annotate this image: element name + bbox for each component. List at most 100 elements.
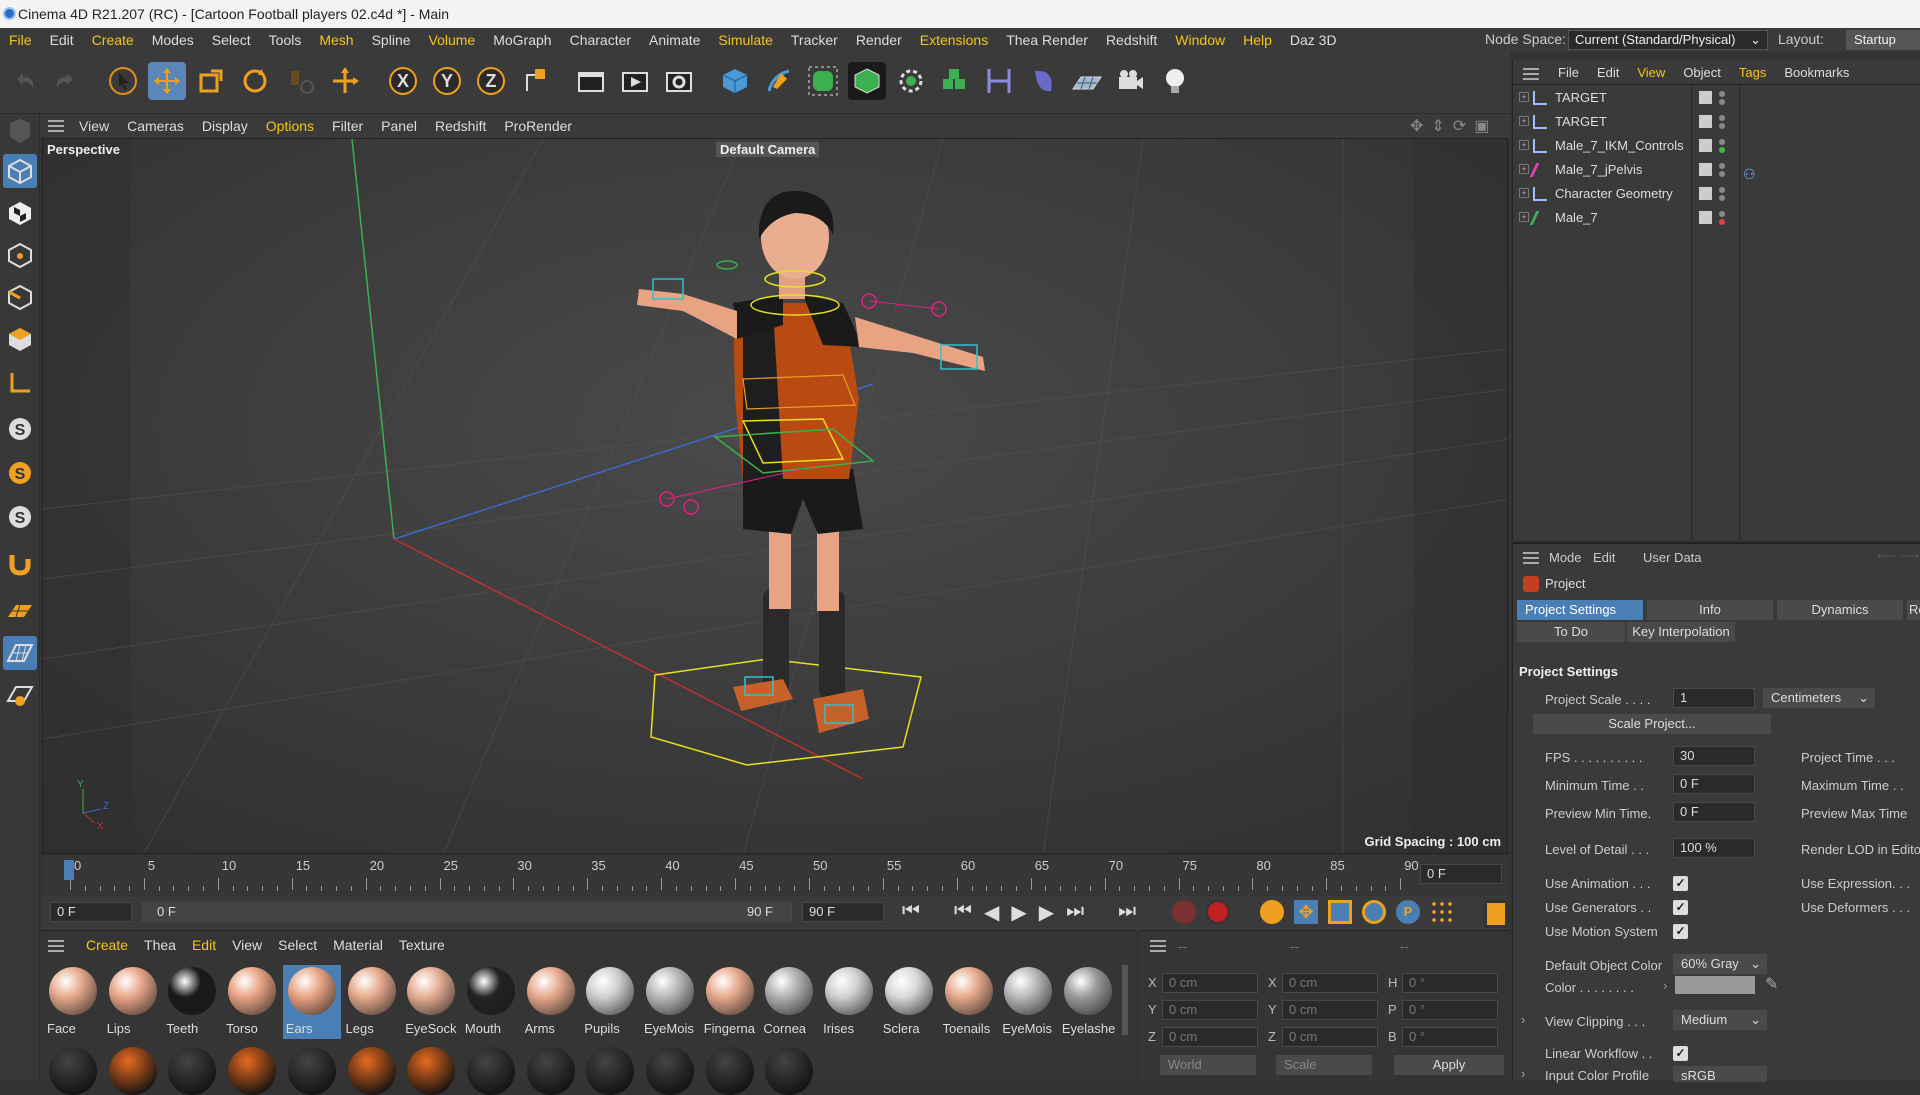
menu-character[interactable]: Character: [561, 32, 640, 48]
menu-spline[interactable]: Spline: [363, 32, 420, 48]
select-tool-icon[interactable]: [104, 62, 142, 100]
forward-arrow-icon[interactable]: ⟶: [1901, 548, 1920, 564]
points-mode-icon[interactable]: [3, 238, 37, 272]
viewport-maximize-icon[interactable]: ▣: [1474, 116, 1489, 136]
coordinate-mode-dropdown[interactable]: Scale: [1276, 1055, 1372, 1075]
pen-spline-icon[interactable]: [760, 62, 798, 100]
render-view-icon[interactable]: [616, 62, 654, 100]
position-y-field[interactable]: 0 cm: [1162, 1000, 1258, 1020]
preview-min-time-field[interactable]: 0 F: [1673, 802, 1755, 822]
perspective-viewport[interactable]: Y Z X Perspective Default Camera Grid Sp…: [42, 138, 1508, 854]
rotate-tool-icon[interactable]: [236, 62, 274, 100]
material-swatch[interactable]: [108, 1047, 157, 1095]
menu-mesh[interactable]: Mesh: [310, 32, 362, 48]
edges-mode-icon[interactable]: [3, 280, 37, 314]
move-tool-icon[interactable]: [148, 62, 186, 100]
grid-lock-icon[interactable]: [3, 678, 37, 712]
rotation-y-field[interactable]: 0 °: [1402, 1000, 1498, 1020]
layer-check-icon[interactable]: [1699, 91, 1712, 104]
magnet-icon[interactable]: [3, 546, 37, 580]
menu-help[interactable]: Help: [1234, 32, 1281, 48]
redo-button[interactable]: [46, 62, 84, 100]
material-menu-thea[interactable]: Thea: [136, 935, 184, 955]
x-axis-lock-icon[interactable]: X: [384, 62, 422, 100]
position-z-field[interactable]: 0 cm: [1162, 1027, 1258, 1047]
expand-toggle-icon[interactable]: +: [1519, 212, 1529, 222]
object-row[interactable]: + Male_7: [1513, 206, 1920, 230]
material-swatch[interactable]: [228, 1047, 277, 1095]
coordinate-system-icon[interactable]: [516, 62, 554, 100]
tab-project-settings[interactable]: Project Settings: [1517, 600, 1643, 620]
end-frame-field[interactable]: 90 F: [802, 902, 884, 922]
scale-project-button[interactable]: Scale Project...: [1533, 714, 1771, 734]
material-swatch[interactable]: Irises: [820, 965, 878, 1039]
menu-extensions[interactable]: Extensions: [911, 32, 997, 48]
render-visibility-dot[interactable]: [1719, 99, 1725, 105]
light-bulb-icon[interactable]: [1156, 62, 1194, 100]
minimum-time-field[interactable]: 0 F: [1673, 774, 1755, 794]
input-color-expand-icon[interactable]: ›: [1521, 1066, 1525, 1081]
level-of-detail-field[interactable]: 100 %: [1673, 838, 1755, 858]
apply-button[interactable]: Apply: [1394, 1055, 1504, 1075]
floor-grid-icon[interactable]: [3, 594, 37, 628]
key-rotation-icon[interactable]: [1362, 900, 1386, 924]
quantize-icon[interactable]: S: [3, 500, 37, 534]
material-menu-view[interactable]: View: [224, 935, 270, 955]
key-parameter-icon[interactable]: P: [1396, 900, 1420, 924]
coordinates-menu-icon[interactable]: [1150, 940, 1166, 952]
tab-to-do[interactable]: To Do: [1517, 622, 1625, 642]
expand-toggle-icon[interactable]: +: [1519, 92, 1529, 102]
object-row[interactable]: + TARGET: [1513, 86, 1920, 110]
keyframe-selection-icon[interactable]: [1260, 900, 1284, 924]
layer-check-icon[interactable]: [1699, 187, 1712, 200]
material-swatch[interactable]: [705, 1047, 754, 1095]
tab-referencing[interactable]: Referen: [1907, 600, 1920, 620]
record-active-icon[interactable]: [1172, 900, 1196, 924]
material-swatch[interactable]: Cornea: [760, 965, 818, 1039]
position-x-field[interactable]: 0 cm: [1162, 973, 1258, 993]
make-editable-icon[interactable]: [3, 114, 37, 148]
material-swatch[interactable]: EyeMois: [641, 965, 699, 1039]
material-swatch[interactable]: [586, 1047, 635, 1095]
render-settings-icon[interactable]: [660, 62, 698, 100]
menu-file[interactable]: File: [0, 32, 41, 48]
size-y-field[interactable]: 0 cm: [1282, 1000, 1378, 1020]
object-menu-file[interactable]: File: [1549, 64, 1588, 82]
object-menu-bookmarks[interactable]: Bookmarks: [1775, 64, 1858, 82]
editor-visibility-dot[interactable]: [1719, 91, 1725, 97]
object-menu-edit[interactable]: Edit: [1588, 64, 1628, 82]
menu-render[interactable]: Render: [847, 32, 911, 48]
menu-thea-render[interactable]: Thea Render: [997, 32, 1097, 48]
tab-info[interactable]: Info: [1647, 600, 1773, 620]
extrude-generator-icon[interactable]: [848, 62, 886, 100]
viewport-menu-view[interactable]: View: [70, 118, 118, 134]
menu-edit[interactable]: Edit: [41, 32, 83, 48]
viewport-menu-options[interactable]: Options: [257, 118, 323, 134]
model-mode-icon[interactable]: [3, 154, 37, 188]
array-cubes-icon[interactable]: [936, 62, 974, 100]
previous-key-icon[interactable]: ⏮: [954, 900, 972, 925]
rotation-z-field[interactable]: 0 °: [1402, 1027, 1498, 1047]
menu-window[interactable]: Window: [1166, 32, 1234, 48]
subdivision-surface-icon[interactable]: [804, 62, 842, 100]
material-swatch[interactable]: Legs: [343, 965, 401, 1039]
autokey-icon[interactable]: [1206, 900, 1230, 924]
workplane-icon[interactable]: [3, 366, 37, 400]
go-to-start-icon[interactable]: ⏮: [902, 900, 920, 925]
material-swatch[interactable]: Fingerna: [701, 965, 759, 1039]
editor-visibility-dot[interactable]: [1719, 163, 1725, 169]
start-frame-field[interactable]: 0 F: [50, 902, 132, 922]
material-swatch[interactable]: [466, 1047, 515, 1095]
polygons-mode-icon[interactable]: [3, 322, 37, 356]
attr-menu-edit[interactable]: Edit: [1593, 550, 1615, 565]
tab-dynamics[interactable]: Dynamics: [1777, 600, 1903, 620]
object-row[interactable]: + Male_7_jPelvis: [1513, 158, 1920, 182]
viewport-menu-filter[interactable]: Filter: [323, 118, 372, 134]
expand-toggle-icon[interactable]: +: [1519, 188, 1529, 198]
layer-check-icon[interactable]: [1699, 115, 1712, 128]
z-axis-lock-icon[interactable]: Z: [472, 62, 510, 100]
coordinate-tool-icon[interactable]: [326, 62, 364, 100]
viewport-menu-cameras[interactable]: Cameras: [118, 118, 193, 134]
material-swatch[interactable]: Pupils: [581, 965, 639, 1039]
menu-select[interactable]: Select: [203, 32, 260, 48]
